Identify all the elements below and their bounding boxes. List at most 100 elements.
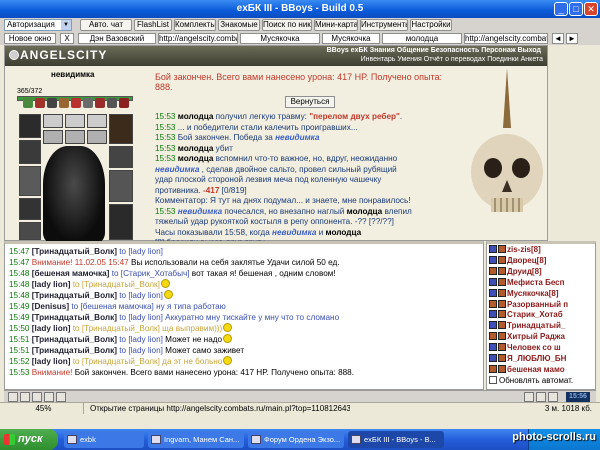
auto-refresh-option[interactable]: Обновлять автомат. (489, 375, 593, 387)
user-list-item[interactable]: бешеная мамо (489, 364, 593, 376)
game-top-nav[interactable]: BBoys exБК Знания Общение Безопасность П… (327, 47, 541, 54)
user-name[interactable]: Старик_Хотаб (507, 310, 563, 319)
filter-icon[interactable] (20, 392, 30, 402)
ring-slot[interactable] (65, 130, 85, 144)
tab-item[interactable]: Дэн Вазовский (78, 33, 156, 44)
nick-link[interactable]: [бешеная мамочка] (32, 269, 110, 278)
nick-link[interactable]: молодца (178, 144, 214, 153)
auto-refresh-checkbox[interactable] (489, 375, 497, 384)
settings-button[interactable]: Настройки (410, 19, 452, 31)
tab-scroll-left-icon[interactable]: ◄ (552, 33, 564, 44)
nick-link[interactable]: [lady lion] (32, 280, 71, 289)
ring-slot[interactable] (87, 114, 107, 128)
user-name[interactable]: Тринадцатый_ (507, 321, 565, 330)
effect-icon[interactable] (119, 98, 129, 108)
mini-map-button[interactable]: Мини-карта (314, 19, 358, 31)
user-name[interactable]: Человек со ш (507, 343, 561, 352)
character-name[interactable]: невидимка (51, 70, 94, 79)
start-button[interactable]: пуск (0, 429, 58, 450)
tools-button[interactable]: Инструменты (360, 19, 408, 31)
effect-icon[interactable] (107, 98, 117, 108)
nick-link[interactable]: [Тринадцатый_Волк] (32, 291, 117, 300)
close-icon[interactable]: ✕ (584, 2, 598, 16)
user-name[interactable]: Мефиста Бесп (507, 278, 564, 287)
minimize-icon[interactable]: _ (554, 2, 568, 16)
user-list-item[interactable]: Друид[8] (489, 266, 593, 278)
user-list-item[interactable]: Я_ЛЮБЛЮ_БН (489, 354, 593, 365)
flashlist-button[interactable]: FlashList (134, 19, 172, 31)
mode-select[interactable]: Авторизация ▼ (4, 19, 72, 31)
offhand-slot[interactable] (109, 170, 133, 202)
user-name[interactable]: Разорванный п (507, 300, 568, 309)
effect-icon[interactable] (47, 98, 57, 108)
nick-link[interactable]: невидимка (155, 165, 199, 174)
refresh-icon[interactable] (8, 392, 18, 402)
nick-link[interactable]: [Тринадцатый_Волк] (32, 247, 117, 256)
nick-link[interactable]: [Тринадцатый_Волк] (32, 346, 117, 355)
effect-icon[interactable] (71, 98, 81, 108)
tab-item[interactable]: http://angelscity.combats (158, 33, 238, 44)
user-list-item[interactable]: zis-zis[8] (489, 245, 593, 256)
nick-link[interactable]: [Denisus] (32, 302, 69, 311)
maximize-icon[interactable]: □ (569, 2, 583, 16)
user-list-item[interactable]: Мусякочка[8] (489, 288, 593, 300)
user-list-item[interactable]: Человек со ш (489, 343, 593, 354)
user-list-item[interactable]: Старик_Хотаб (489, 310, 593, 321)
exit-icon[interactable] (524, 392, 534, 402)
tab-item[interactable]: Мусякочка (240, 33, 320, 44)
close-tab-button[interactable]: X (60, 33, 74, 44)
ring-slot[interactable] (43, 114, 63, 128)
taskbar-item[interactable]: Форум Ордена Экзо... (248, 431, 344, 448)
smiles-icon[interactable] (32, 392, 42, 402)
chat-panel[interactable]: 15:47 [Тринадцатый_Волк] to [lady lion] … (4, 241, 484, 390)
nick-link[interactable]: молодца (326, 228, 362, 237)
user-name[interactable]: zis-zis[8] (507, 245, 541, 254)
nick-link[interactable]: [lady lion] (32, 324, 71, 333)
weapon-slot[interactable] (19, 166, 41, 196)
nick-link[interactable]: невидимка (272, 228, 316, 237)
nick-link[interactable]: молодца (347, 207, 383, 216)
tab-item[interactable]: http://angelscity.combats (464, 33, 548, 44)
user-list-item[interactable]: Дворец[8] (489, 255, 593, 267)
effect-icon[interactable] (95, 98, 105, 108)
settings-icon[interactable] (548, 392, 558, 402)
user-name[interactable]: Хитрый Раджа (507, 332, 565, 341)
nick-link[interactable]: [Тринадцатый_Волк] (32, 335, 117, 344)
nick-link[interactable]: [Тринадцатый_Волк] (32, 313, 117, 322)
user-name[interactable]: Я_ЛЮБЛЮ_БН (507, 354, 566, 363)
new-window-button[interactable]: Новое окно (4, 33, 56, 44)
taskbar-item[interactable]: Ingvarn, Манем Сан... (148, 431, 244, 448)
effect-icon[interactable] (83, 98, 93, 108)
effect-icon[interactable] (23, 98, 33, 108)
gloves-slot[interactable] (109, 114, 133, 144)
boots-slot[interactable] (109, 204, 133, 240)
nick-link[interactable]: молодца (178, 154, 214, 163)
ring-slot[interactable] (65, 114, 85, 128)
user-name[interactable]: Мусякочка[8] (507, 289, 559, 298)
tab-scroll-right-icon[interactable]: ► (566, 33, 578, 44)
user-list-item[interactable]: Мефиста Бесп (489, 277, 593, 289)
effect-icon[interactable] (35, 98, 45, 108)
taskbar-item-active[interactable]: exБК III - BBoys - B... (348, 431, 444, 448)
ring-slot[interactable] (43, 130, 63, 144)
nick-link[interactable]: молодца (178, 112, 214, 121)
sound-icon[interactable] (56, 392, 66, 402)
user-list-item[interactable]: Хитрый Раджа (489, 332, 593, 343)
amulet-slot[interactable] (19, 140, 41, 164)
user-name[interactable]: бешеная мамо (507, 365, 565, 374)
effect-icon[interactable] (59, 98, 69, 108)
nick-search-button[interactable]: Поиск по нику (262, 19, 312, 31)
nick-link[interactable]: невидимка (178, 207, 222, 216)
friends-button[interactable]: Знакомые (218, 19, 260, 31)
belt-slot[interactable] (19, 222, 41, 240)
game-sub-nav[interactable]: Инвентарь Умения Отчёт о переводах Поеди… (361, 56, 543, 63)
helmet-slot[interactable] (19, 114, 41, 138)
tab-item[interactable]: Мусякочка (322, 33, 380, 44)
kits-button[interactable]: Комплекты (174, 19, 216, 31)
tab-item[interactable]: молодца (382, 33, 462, 44)
armor-slot[interactable] (19, 198, 41, 220)
shield-slot[interactable] (109, 146, 133, 168)
auto-chat-button[interactable]: Авто. чат (80, 19, 132, 31)
user-list-item[interactable]: Разорванный п (489, 299, 593, 311)
help-icon[interactable] (536, 392, 546, 402)
